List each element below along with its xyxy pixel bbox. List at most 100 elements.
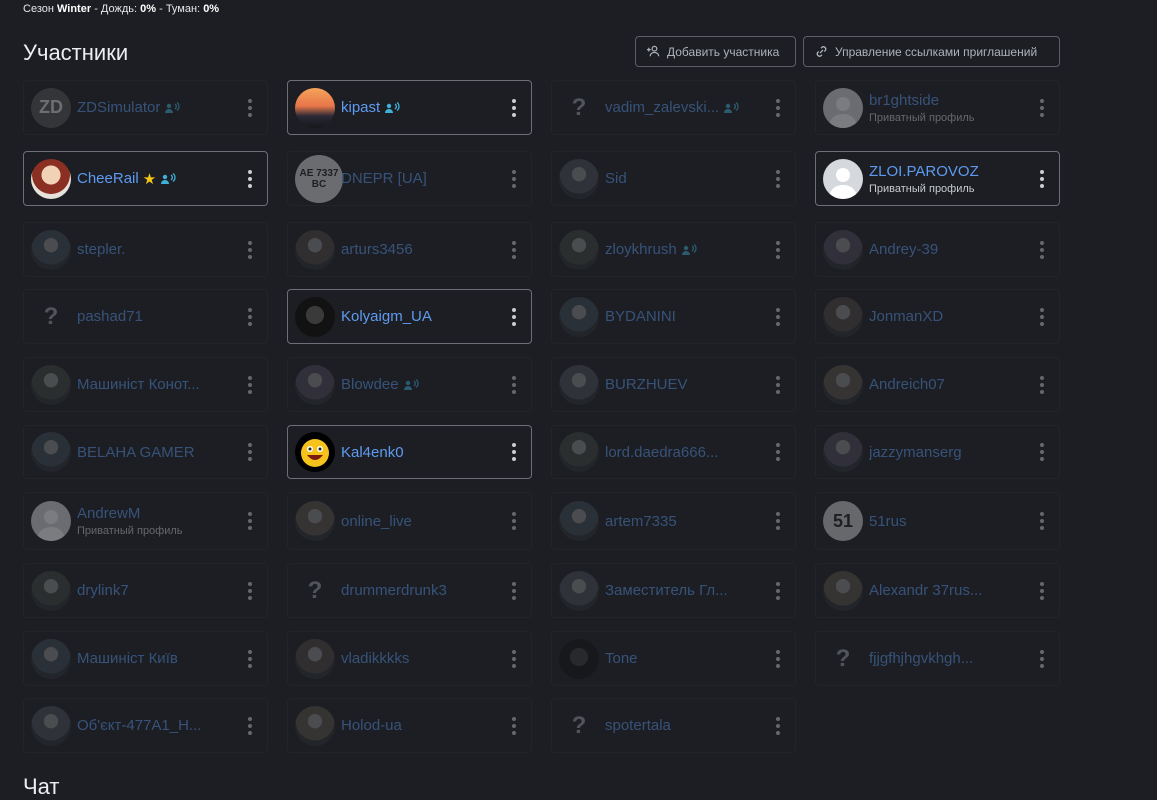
more-options-icon[interactable] [511,581,517,600]
member-card[interactable]: stepler. [23,222,268,277]
more-options-icon[interactable] [775,443,781,461]
more-options-icon[interactable] [247,307,253,326]
member-card[interactable]: Машиніст Конот... [23,357,268,412]
more-options-icon[interactable] [511,98,517,117]
member-card[interactable]: zloykhrush [551,222,796,277]
more-options-icon[interactable] [247,98,253,117]
more-options-icon[interactable] [775,98,781,117]
member-name[interactable]: BURZHUEV [605,376,688,393]
member-card[interactable]: arturs3456 [287,222,532,277]
member-name[interactable]: fjjgfhjhgvkhgh... [869,650,973,667]
member-card[interactable]: kipast [287,80,532,135]
member-name[interactable]: arturs3456 [341,241,413,258]
member-name[interactable]: br1ghtside [869,92,939,109]
member-name[interactable]: Заместитель Гл... [605,582,728,599]
member-name[interactable]: Tone [605,650,638,667]
more-options-icon[interactable] [247,169,253,188]
more-options-icon[interactable] [247,716,253,735]
member-card[interactable]: lord.daedra666... [551,425,796,479]
member-card[interactable]: Машиніст Київ [23,631,268,686]
member-card[interactable]: Kolyaigm_UA [287,289,532,344]
member-card[interactable]: BYDANINI [551,289,796,344]
member-name[interactable]: AndrewM [77,505,140,522]
member-card[interactable]: ? vadim_zalevski... [551,80,796,135]
member-name[interactable]: BYDANINI [605,308,676,325]
member-name[interactable]: vladikkkks [341,650,409,667]
more-options-icon[interactable] [1039,581,1045,600]
member-name[interactable]: pashad71 [77,308,143,325]
more-options-icon[interactable] [1039,512,1045,530]
member-name[interactable]: jazzymanserg [869,444,962,461]
member-name[interactable]: Andreich07 [869,376,945,393]
member-card[interactable]: ZLOI.PAROVOZ Приватный профиль [815,151,1060,206]
member-card[interactable]: Tone [551,631,796,686]
member-card[interactable]: JonmanXD [815,289,1060,344]
more-options-icon[interactable] [1039,98,1045,117]
more-options-icon[interactable] [511,240,517,259]
more-options-icon[interactable] [775,375,781,394]
more-options-icon[interactable] [775,581,781,600]
member-name[interactable]: drummerdrunk3 [341,582,447,599]
member-name[interactable]: Машиніст Київ [77,650,178,667]
member-name[interactable]: Blowdee [341,376,399,393]
member-name[interactable]: Andrey-39 [869,241,938,258]
more-options-icon[interactable] [511,649,517,668]
more-options-icon[interactable] [511,169,517,188]
member-card[interactable]: Об'єкт-477А1_Н... [23,698,268,753]
member-card[interactable]: drylink7 [23,563,268,618]
member-name[interactable]: drylink7 [77,582,129,599]
member-card[interactable]: 51 51rus [815,492,1060,550]
member-card[interactable]: AE 7337 BC DNEPR [UA] [287,151,532,206]
member-name[interactable]: 51rus [869,513,907,530]
more-options-icon[interactable] [247,375,253,394]
member-card[interactable]: ? fjjgfhjhgvkhgh... [815,631,1060,686]
member-card[interactable]: jazzymanserg [815,425,1060,479]
member-name[interactable]: zloykhrush [605,241,677,258]
member-card[interactable]: ZD ZDSimulator [23,80,268,135]
more-options-icon[interactable] [1039,443,1045,461]
member-card[interactable]: ? spotertala [551,698,796,753]
more-options-icon[interactable] [247,240,253,259]
more-options-icon[interactable] [1039,649,1045,668]
member-card[interactable]: online_live [287,492,532,550]
more-options-icon[interactable] [1039,307,1045,326]
member-card[interactable]: Andrey-39 [815,222,1060,277]
member-card[interactable]: ? drummerdrunk3 [287,563,532,618]
member-name[interactable]: lord.daedra666... [605,444,718,461]
more-options-icon[interactable] [775,649,781,668]
more-options-icon[interactable] [1039,169,1045,188]
more-options-icon[interactable] [247,443,253,461]
member-card[interactable]: CheeRail ★ [23,151,268,206]
more-options-icon[interactable] [775,307,781,326]
member-name[interactable]: Alexandr 37rus... [869,582,982,599]
more-options-icon[interactable] [1039,375,1045,394]
member-card[interactable]: Blowdee [287,357,532,412]
member-name[interactable]: spotertala [605,717,671,734]
more-options-icon[interactable] [775,240,781,259]
member-card[interactable]: BURZHUEV [551,357,796,412]
member-name[interactable]: Об'єкт-477А1_Н... [77,717,201,734]
more-options-icon[interactable] [511,443,517,461]
more-options-icon[interactable] [775,512,781,530]
member-name[interactable]: vadim_zalevski... [605,99,719,116]
member-name[interactable]: CheeRail [77,170,139,187]
member-card[interactable]: br1ghtside Приватный профиль [815,80,1060,135]
member-name[interactable]: Kal4enk0 [341,444,404,461]
member-name[interactable]: Holod-ua [341,717,402,734]
member-card[interactable]: Kal4enk0 [287,425,532,479]
member-card[interactable]: AndrewM Приватный профиль [23,492,268,550]
more-options-icon[interactable] [511,307,517,326]
member-name[interactable]: online_live [341,513,412,530]
member-name[interactable]: artem7335 [605,513,677,530]
member-name[interactable]: JonmanXD [869,308,943,325]
member-card[interactable]: artem7335 [551,492,796,550]
more-options-icon[interactable] [775,716,781,735]
more-options-icon[interactable] [247,649,253,668]
more-options-icon[interactable] [511,375,517,394]
member-name[interactable]: kipast [341,99,380,116]
member-name[interactable]: Kolyaigm_UA [341,308,432,325]
more-options-icon[interactable] [1039,240,1045,259]
add-member-button[interactable]: Добавить участника [635,36,796,67]
manage-invites-button[interactable]: Управление ссылками приглашений [803,36,1060,67]
member-card[interactable]: Заместитель Гл... [551,563,796,618]
